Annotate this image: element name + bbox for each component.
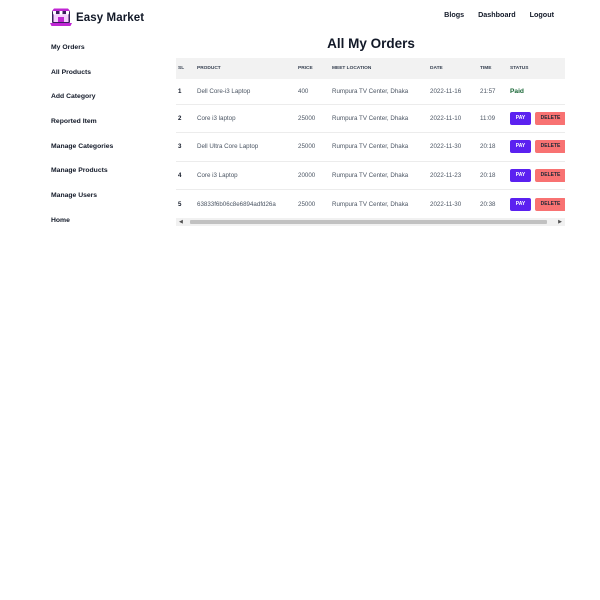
cell-location: Rumpura TV Center, Dhaka: [332, 143, 409, 151]
cell-date: 2022-11-16: [430, 87, 462, 95]
cell-price: 20000: [298, 171, 316, 179]
table-row: 3 Dell Ultra Core Laptop 25000 Rumpura T…: [176, 133, 565, 162]
top-nav: Blogs Dashboard Logout: [444, 10, 554, 19]
header-meet-location: MEET LOCATION: [332, 66, 372, 71]
cell-product: 63833f6b06c8e6894adfd26a: [197, 200, 276, 208]
header-product: PRODUCT: [197, 66, 221, 71]
sidebar-item-manage-categories[interactable]: Manage Categories: [51, 143, 161, 168]
cell-location: Rumpura TV Center, Dhaka: [332, 200, 409, 208]
storefront-laptop-icon: [50, 8, 72, 26]
cell-location: Rumpura TV Center, Dhaka: [332, 171, 409, 179]
table-row: 2 Core i3 laptop 25000 Rumpura TV Center…: [176, 104, 565, 133]
orders-table-container: SL PRODUCT PRICE MEET LOCATION DATE TIME…: [176, 58, 565, 228]
table-row: 5 63833f6b06c8e6894adfd26a 25000 Rumpura…: [176, 190, 565, 219]
table-row: 1 Dell Core-i3 Laptop 400 Rumpura TV Cen…: [176, 79, 565, 104]
cell-time: 11:09: [480, 114, 496, 122]
sidebar-item-reported-item[interactable]: Reported Item: [51, 118, 161, 143]
nav-dashboard-link[interactable]: Dashboard: [478, 10, 516, 19]
cell-time: 21:57: [480, 87, 496, 95]
cell-sl: 5: [178, 200, 182, 208]
pay-button[interactable]: PAY: [510, 140, 531, 154]
paid-status: Paid: [510, 87, 524, 95]
cell-date: 2022-11-10: [430, 114, 462, 122]
cell-time: 20:18: [480, 171, 496, 179]
cell-price: 25000: [298, 200, 316, 208]
cell-price: 400: [298, 87, 309, 95]
cell-location: Rumpura TV Center, Dhaka: [332, 114, 409, 122]
cell-product: Dell Core-i3 Laptop: [197, 87, 251, 95]
sidebar-item-all-products[interactable]: All Products: [51, 69, 161, 94]
cell-status: Paid: [510, 79, 565, 104]
cell-date: 2022-11-30: [430, 200, 462, 208]
delete-button[interactable]: DELETE: [535, 140, 565, 154]
cell-product: Core i3 Laptop: [197, 171, 238, 179]
table-row: 4 Core i3 Laptop 20000 Rumpura TV Center…: [176, 161, 565, 190]
header-price: PRICE: [298, 66, 313, 71]
cell-product: Dell Ultra Core Laptop: [197, 143, 259, 151]
nav-logout-link[interactable]: Logout: [530, 10, 554, 19]
horizontal-scrollbar[interactable]: ◀ ▶: [176, 218, 565, 226]
sidebar-item-my-orders[interactable]: My Orders: [51, 44, 161, 69]
cell-price: 25000: [298, 114, 316, 122]
cell-time: 20:38: [480, 200, 496, 208]
header-date: DATE: [430, 66, 443, 71]
cell-location: Rumpura TV Center, Dhaka: [332, 87, 409, 95]
cell-status: PAY DELETE: [510, 133, 565, 162]
cell-time: 20:18: [480, 143, 496, 151]
scrollbar-thumb[interactable]: [190, 220, 547, 224]
navbar: Easy Market Blogs Dashboard Logout: [0, 0, 600, 36]
cell-status: PAY DELETE: [510, 104, 565, 133]
header-status: STATUS: [510, 66, 529, 71]
cell-date: 2022-11-30: [430, 143, 462, 151]
sidebar: My Orders All Products Add Category Repo…: [51, 44, 161, 242]
sidebar-item-manage-products[interactable]: Manage Products: [51, 167, 161, 192]
page-title: All My Orders: [327, 36, 415, 51]
cell-sl: 2: [178, 114, 182, 122]
pay-button[interactable]: PAY: [510, 168, 531, 182]
delete-button[interactable]: DELETE: [535, 168, 565, 182]
delete-button[interactable]: DELETE: [535, 197, 565, 211]
header-sl: SL: [178, 66, 185, 71]
table-header-row: SL PRODUCT PRICE MEET LOCATION DATE TIME…: [176, 58, 565, 79]
nav-blogs-link[interactable]: Blogs: [444, 10, 464, 19]
triangle-left-icon[interactable]: ◀: [179, 219, 183, 225]
cell-product: Core i3 laptop: [197, 114, 236, 122]
cell-sl: 3: [178, 143, 182, 151]
triangle-right-icon[interactable]: ▶: [558, 219, 562, 225]
orders-table: SL PRODUCT PRICE MEET LOCATION DATE TIME…: [176, 58, 565, 219]
cell-status: PAY DELETE: [510, 190, 565, 219]
sidebar-item-manage-users[interactable]: Manage Users: [51, 192, 161, 217]
cell-price: 25000: [298, 143, 316, 151]
cell-sl: 1: [178, 87, 182, 95]
sidebar-item-add-category[interactable]: Add Category: [51, 93, 161, 118]
pay-button[interactable]: PAY: [510, 197, 531, 211]
brand-link[interactable]: Easy Market: [50, 8, 144, 28]
brand-name: Easy Market: [76, 12, 145, 24]
cell-status: PAY DELETE: [510, 161, 565, 190]
header-time: TIME: [480, 66, 492, 71]
cell-sl: 4: [178, 171, 182, 179]
pay-button[interactable]: PAY: [510, 111, 531, 125]
sidebar-item-home[interactable]: Home: [51, 217, 161, 242]
cell-date: 2022-11-23: [430, 171, 462, 179]
delete-button[interactable]: DELETE: [535, 111, 565, 125]
